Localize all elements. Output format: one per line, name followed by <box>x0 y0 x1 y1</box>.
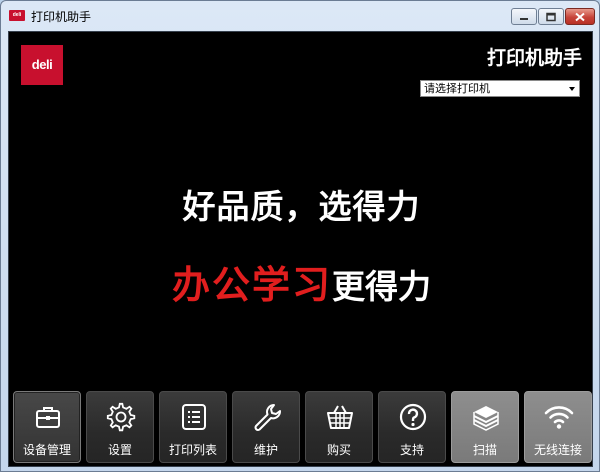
toolbar-label: 无线连接 <box>533 443 582 457</box>
close-button[interactable] <box>565 8 595 25</box>
close-icon <box>575 12 585 21</box>
bottom-toolbar: 设备管理 设置 打印列表 维护 购买 支持 扫描 无线连接 <box>11 391 592 465</box>
scan-icon <box>473 406 499 431</box>
list-icon <box>182 404 206 430</box>
help-icon <box>399 403 427 431</box>
maximize-button[interactable] <box>538 8 564 25</box>
wifi-icon <box>544 406 574 429</box>
maintenance-button[interactable]: 维护 <box>232 391 300 463</box>
toolbar-label: 支持 <box>399 443 424 457</box>
minimize-button[interactable] <box>511 8 537 25</box>
purchase-button[interactable]: 购买 <box>305 391 373 463</box>
title-bar[interactable]: deli 打印机助手 <box>1 1 599 31</box>
slogan-rest: 更得力 <box>332 267 431 306</box>
toolbar-label: 打印列表 <box>168 443 217 457</box>
print-list-button[interactable]: 打印列表 <box>159 391 227 463</box>
printer-select-value: 请选择打印机 <box>424 82 490 95</box>
toolbar-label: 设备管理 <box>22 443 71 457</box>
scan-button[interactable]: 扫描 <box>451 391 519 463</box>
toolbar-label: 购买 <box>326 443 351 457</box>
slogan-line-2: 办公学习更得力 <box>9 254 594 309</box>
settings-button[interactable]: 设置 <box>86 391 154 463</box>
maximize-icon <box>546 12 556 21</box>
chevron-down-icon <box>569 87 575 91</box>
device-management-button[interactable]: 设备管理 <box>13 391 81 463</box>
basket-icon <box>327 405 353 429</box>
slogan-line-1: 好品质，选得力 <box>182 187 421 226</box>
app-icon: deli <box>9 10 25 21</box>
toolbar-label: 扫描 <box>472 443 497 457</box>
toolbar-label: 设置 <box>107 443 132 457</box>
deli-logo: deli <box>21 45 63 85</box>
app-window: deli 打印机助手 deli 打印机助手 请选择打印机 好品质，选得力 办公学… <box>0 0 600 472</box>
wireless-connect-button[interactable]: 无线连接 <box>524 391 592 463</box>
main-panel: deli 打印机助手 请选择打印机 好品质，选得力 办公学习更得力 设备管理 设… <box>8 31 593 467</box>
briefcase-icon <box>36 407 60 428</box>
gear-icon <box>106 402 136 432</box>
slogan-highlight: 办公学习 <box>171 263 332 307</box>
toolbar-label: 维护 <box>253 443 278 457</box>
printer-select[interactable]: 请选择打印机 <box>420 80 580 97</box>
app-title: 打印机助手 <box>486 47 582 69</box>
minimize-icon <box>520 17 528 20</box>
support-button[interactable]: 支持 <box>378 391 446 463</box>
window-title: 打印机助手 <box>31 10 92 24</box>
wrench-icon <box>254 404 281 431</box>
